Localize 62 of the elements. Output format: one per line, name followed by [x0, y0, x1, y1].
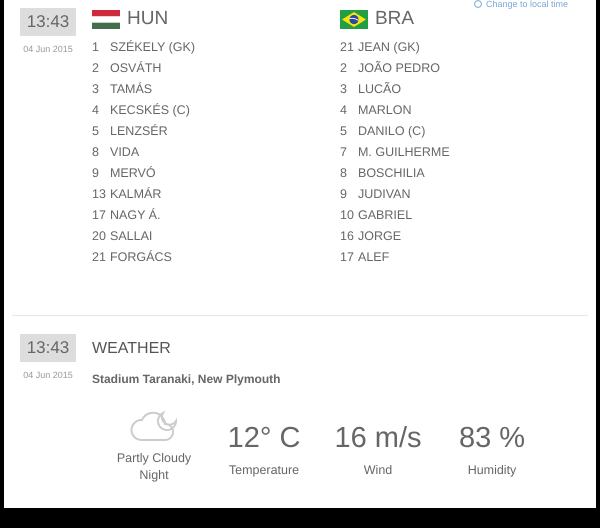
match-date: 04 Jun 2015: [23, 44, 73, 54]
shirt-number: 10: [340, 208, 355, 222]
shirt-number: 5: [340, 124, 348, 138]
shirt-number: 13: [92, 186, 107, 200]
shirt-number: 4: [340, 102, 348, 116]
shirt-number: 20: [92, 228, 107, 242]
match-date: 04 Jun 2015: [23, 370, 73, 380]
shirt-number: 7: [340, 144, 348, 158]
player-name: JORGE: [358, 228, 402, 242]
player-name: TAMÁS: [110, 82, 152, 96]
match-time: 13:43: [20, 334, 76, 362]
player-name: LUCÃO: [358, 82, 402, 96]
shirt-number: 21: [92, 250, 107, 264]
player-name: LENZSÉR: [110, 124, 168, 138]
shirt-number: 8: [92, 144, 100, 158]
stat-value: 83 %: [458, 422, 526, 455]
stat-label: Humidity: [468, 463, 516, 477]
shirt-number: 1: [92, 40, 100, 54]
player-name: OSVÁTH: [110, 60, 162, 74]
team-code: HUN: [127, 8, 168, 30]
player-name: JOÃO PEDRO: [358, 60, 440, 74]
brazil-flag-icon: [340, 10, 368, 28]
player-name: JUDIVAN: [358, 186, 411, 200]
stat-label: Temperature: [228, 463, 300, 477]
local-time-link[interactable]: Change to local time: [474, 0, 568, 8]
shirt-number: 16: [340, 228, 355, 242]
player-name: ALEF: [358, 250, 390, 264]
shirt-number: 21: [340, 40, 355, 54]
match-time: 13:43: [20, 8, 76, 36]
player-name: JEAN (GK): [358, 40, 420, 54]
stat-value: 16 m/s: [334, 422, 422, 455]
section-title: WEATHER: [92, 340, 172, 359]
shirt-number: 2: [340, 60, 348, 74]
shirt-number: 9: [340, 186, 348, 200]
shirt-number: 4: [92, 102, 100, 116]
shirt-number: 9: [92, 166, 100, 180]
player-name: BOSCHILIA: [358, 166, 425, 180]
player-name: NAGY Á.: [110, 208, 160, 222]
player-name: MERVÓ: [110, 166, 156, 180]
hungary-flag-icon: [92, 10, 120, 28]
team-code: BRA: [375, 8, 414, 30]
shirt-number: 2: [92, 60, 100, 74]
player-name: KECSKÉS (C): [110, 102, 190, 116]
player-name: VIDA: [110, 144, 140, 158]
shirt-number: 3: [92, 82, 100, 96]
player-name: SALLAI: [110, 228, 152, 242]
player-name: GABRIEL: [358, 208, 412, 222]
player-name: M. GUILHERME: [358, 144, 450, 158]
shirt-number: 5: [92, 124, 100, 138]
player-name: SZÉKELY (GK): [110, 40, 195, 54]
shirt-number: 17: [92, 208, 107, 222]
shirt-number: 17: [340, 250, 355, 264]
shirt-number: 3: [340, 82, 348, 96]
stat-label: Wind: [364, 463, 392, 477]
player-name: MARLON: [358, 102, 412, 116]
player-name: KALMÁR: [110, 186, 162, 200]
stat-value: 12° C: [228, 422, 300, 455]
venue-name: Stadium Taranaki, New Plymouth: [92, 372, 282, 386]
player-name: FORGÁCS: [110, 250, 172, 264]
weather-condition: Partly Cloudy Night: [116, 450, 192, 484]
shirt-number: 8: [340, 166, 348, 180]
player-name: DANILO (C): [358, 124, 426, 138]
